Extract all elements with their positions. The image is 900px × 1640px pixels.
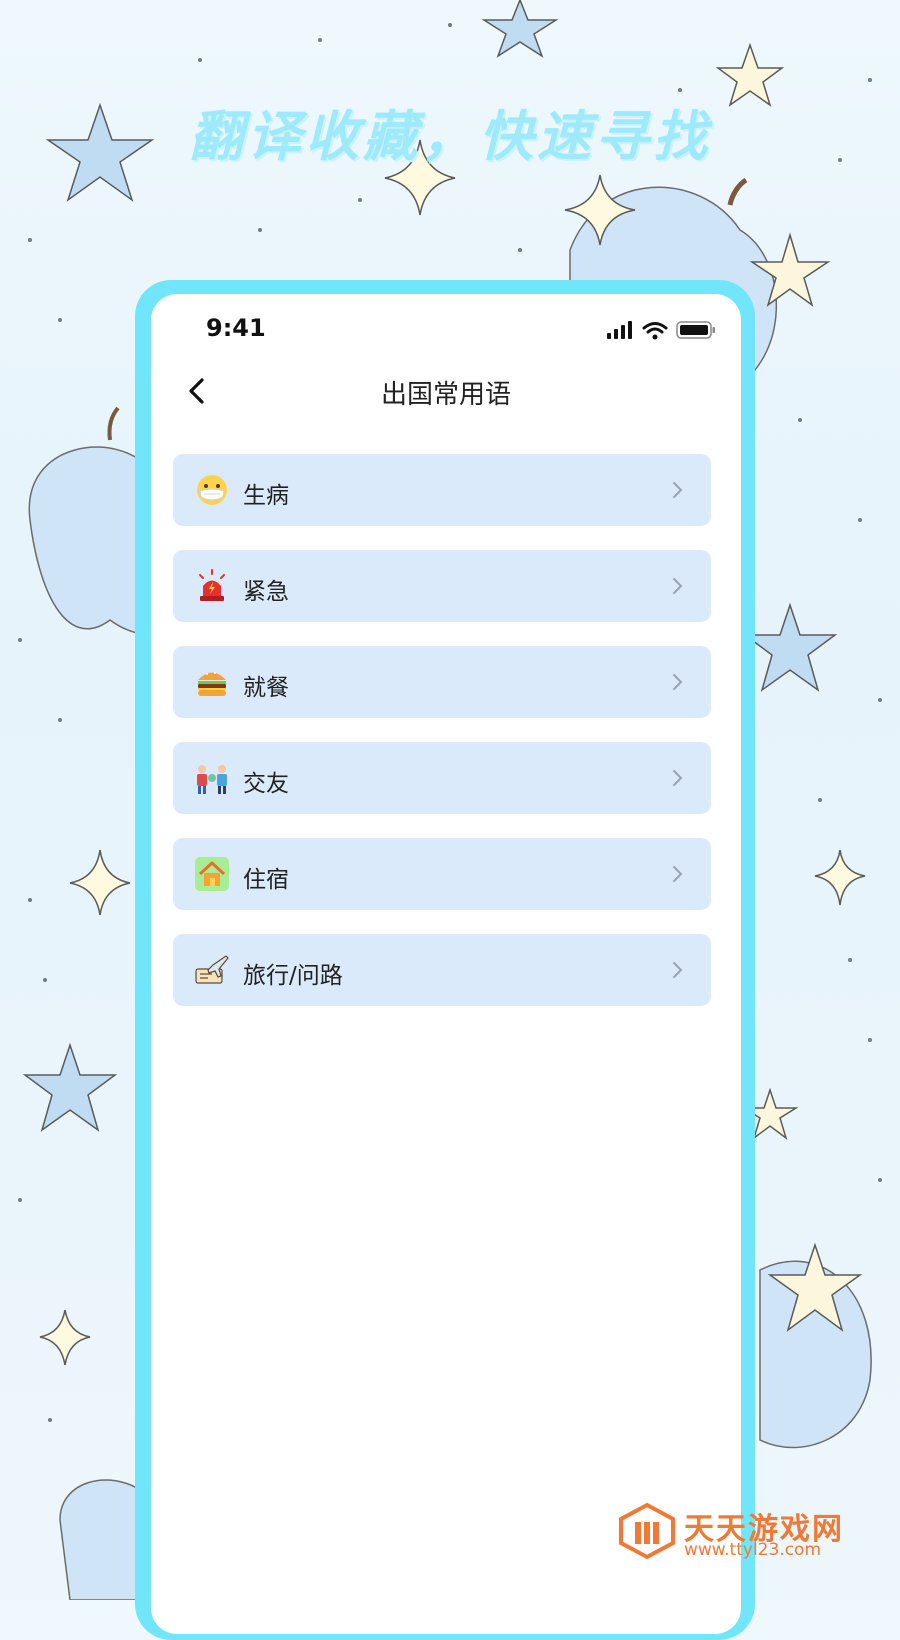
chevron-right-icon (673, 866, 683, 882)
page-title: 出国常用语 (380, 380, 511, 410)
category-item-friends[interactable]: 交友 (173, 742, 711, 814)
house-icon (195, 857, 229, 891)
category-label: 就餐 (243, 675, 289, 701)
signal-icon (607, 321, 632, 339)
burger-icon (198, 672, 226, 696)
phone-screen: 9:41 出国常用语 生病 紧急 就餐 交友 住宿 旅行/问路 (151, 294, 741, 1634)
category-item-dining[interactable]: 就餐 (173, 646, 711, 718)
promo-headline: 翻译收藏，快速寻找 (189, 105, 711, 168)
chevron-right-icon (673, 962, 683, 978)
chevron-right-icon (673, 482, 683, 498)
phrase-category-list: 生病 紧急 就餐 交友 住宿 旅行/问路 (173, 454, 711, 1030)
wifi-icon (642, 322, 668, 334)
category-label: 紧急 (243, 579, 289, 605)
plane-ticket-icon (195, 955, 229, 984)
status-bar: 9:41 (151, 294, 741, 354)
category-item-emergency[interactable]: 紧急 (173, 550, 711, 622)
system-status-icons (607, 321, 715, 340)
category-item-sick[interactable]: 生病 (173, 454, 711, 526)
alarm-siren-icon (199, 569, 225, 601)
phone-frame: 9:41 出国常用语 生病 紧急 就餐 交友 住宿 旅行/问路 (135, 280, 755, 1640)
mask-face-icon (197, 475, 227, 505)
chevron-right-icon (673, 578, 683, 594)
battery-icon (676, 321, 715, 339)
category-label: 旅行/问路 (243, 963, 343, 989)
category-item-travel-directions[interactable]: 旅行/问路 (173, 934, 711, 1006)
watermark-url: www.ttyl23.com (684, 1540, 822, 1560)
category-item-lodging[interactable]: 住宿 (173, 838, 711, 910)
status-time: 9:41 (206, 314, 266, 342)
category-label: 生病 (243, 483, 289, 509)
chevron-right-icon (673, 770, 683, 786)
category-label: 交友 (243, 771, 289, 797)
watermark-logo-icon (619, 1502, 675, 1560)
navigation-bar: 出国常用语 (151, 356, 741, 426)
people-handshake-icon (197, 765, 227, 794)
chevron-right-icon (673, 674, 683, 690)
category-label: 住宿 (243, 867, 289, 893)
site-watermark: 天天游戏网 www.ttyl23.com (618, 1500, 848, 1570)
